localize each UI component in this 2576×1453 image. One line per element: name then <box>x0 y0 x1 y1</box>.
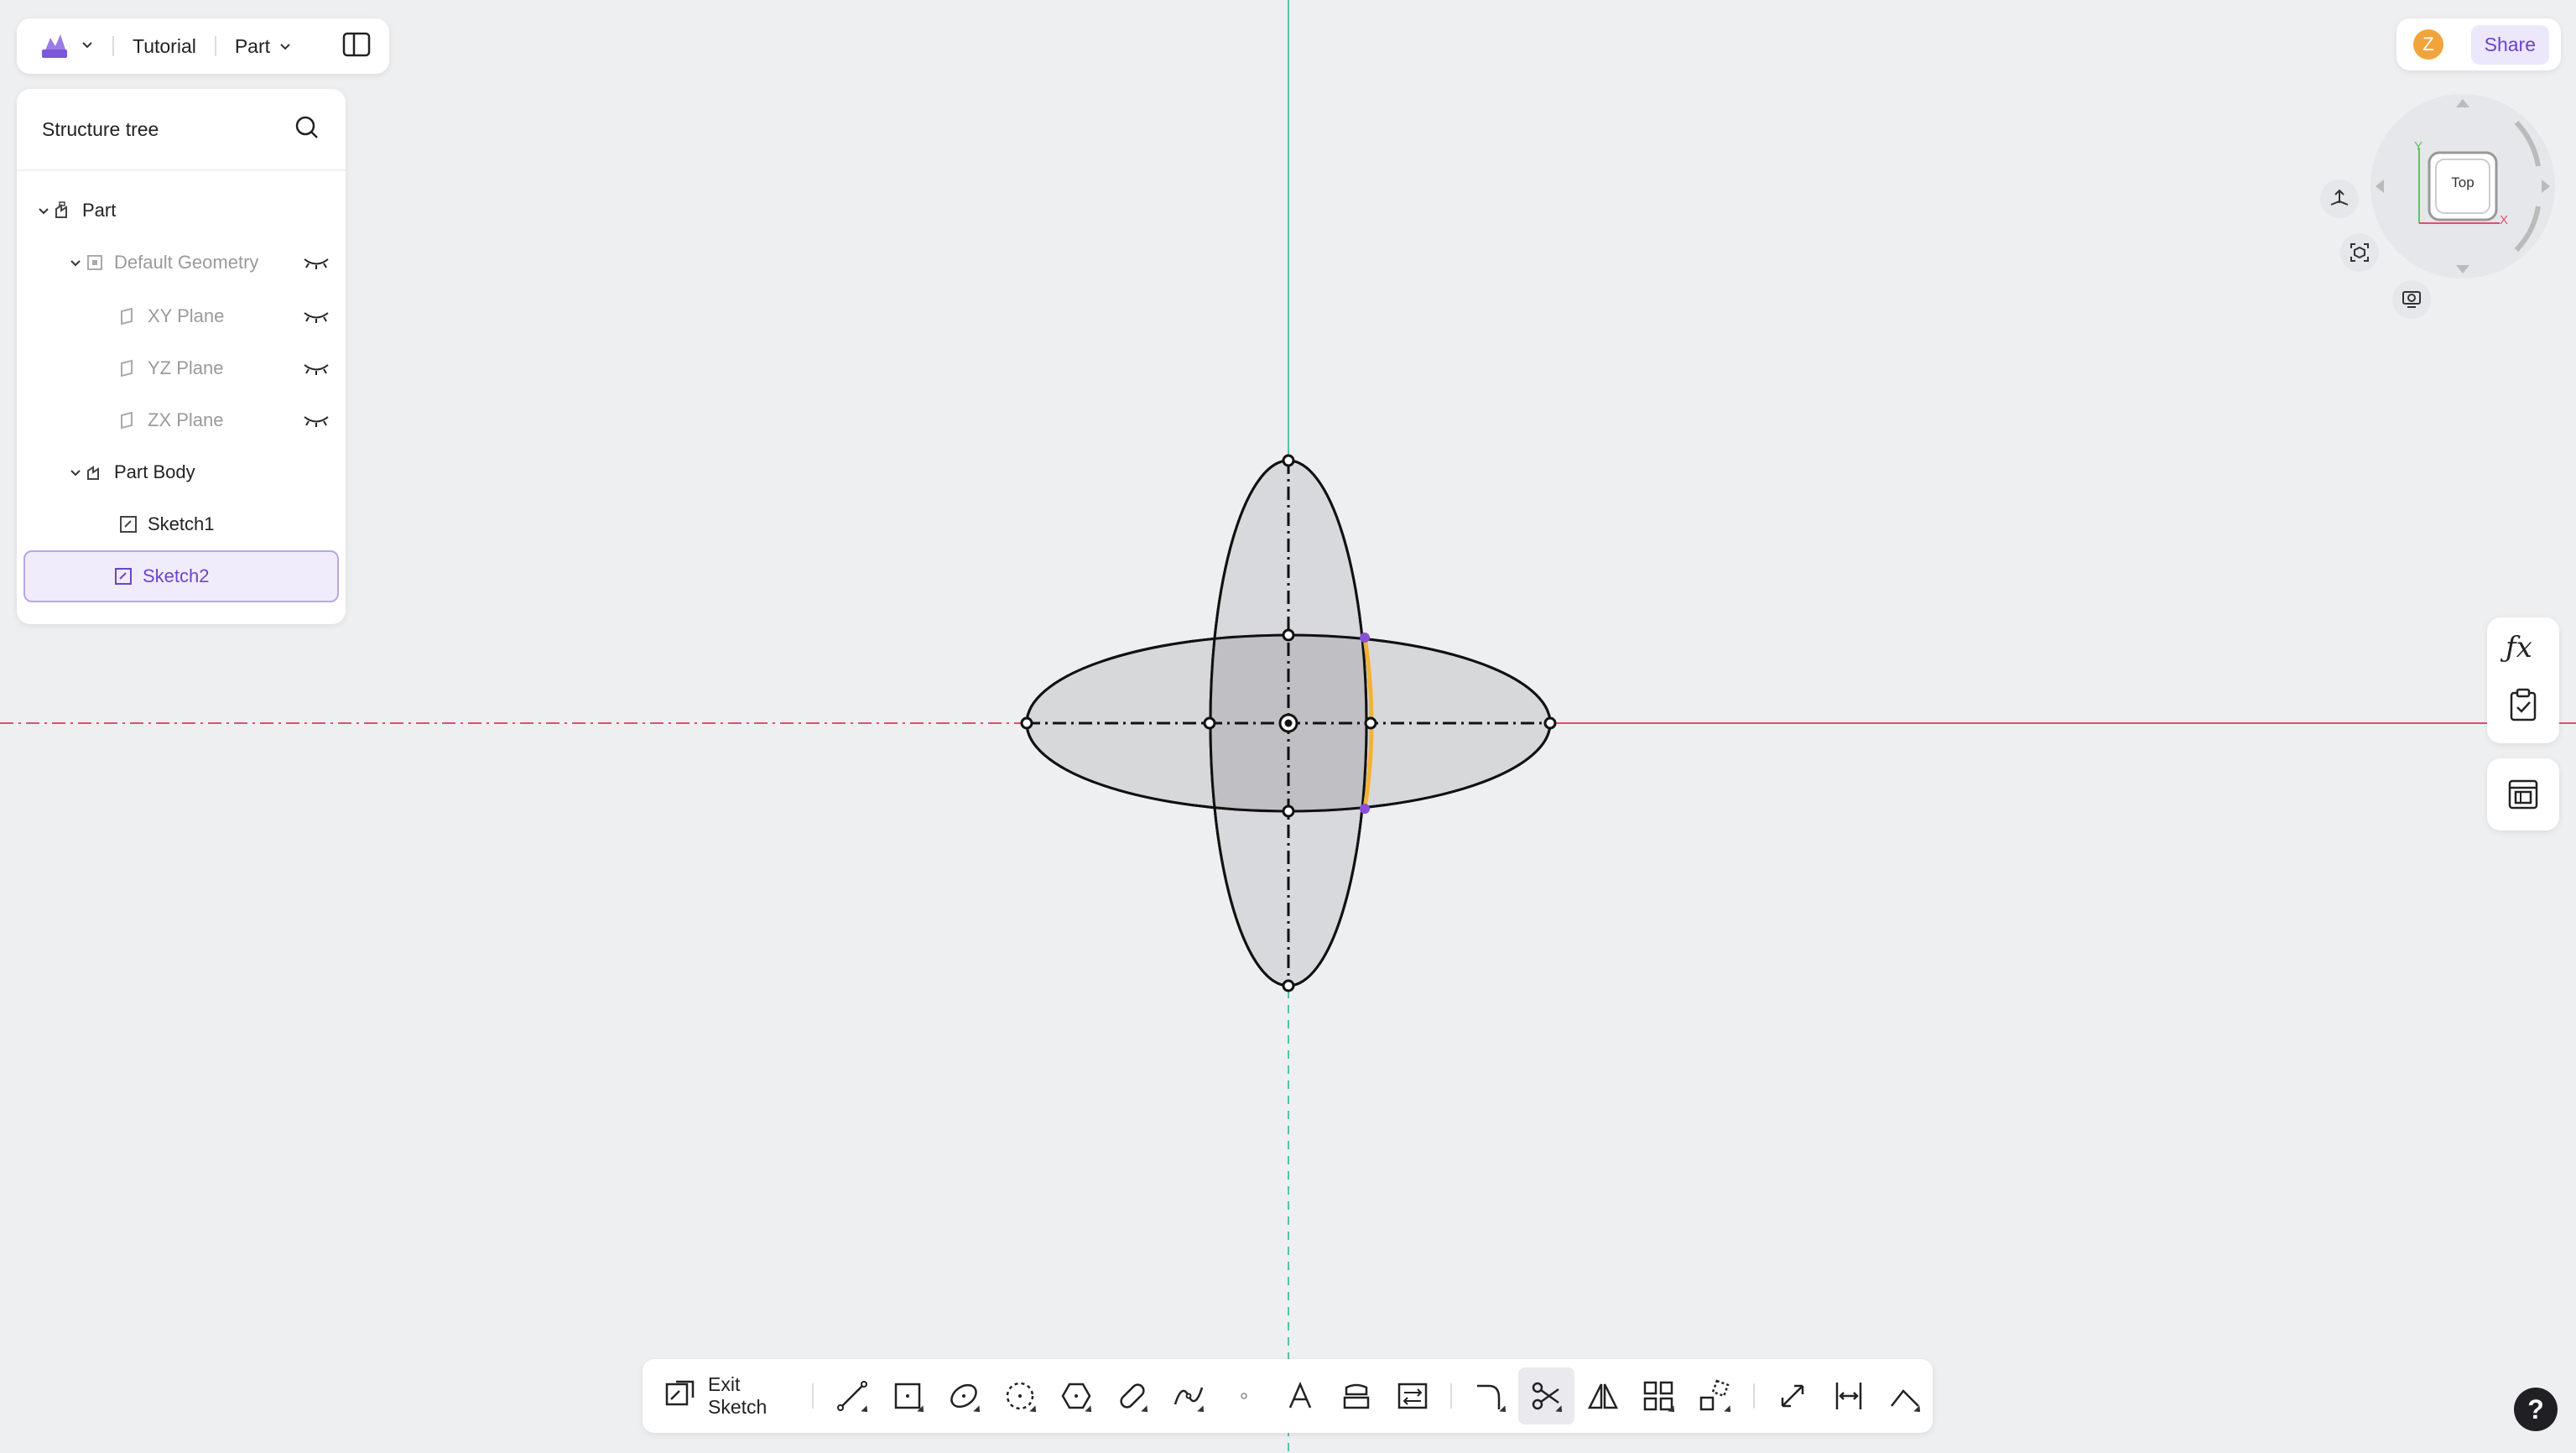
tree-item-label: YZ Plane <box>148 357 224 378</box>
divider <box>1450 1383 1453 1409</box>
spline-tool[interactable] <box>1160 1367 1216 1424</box>
tree-item-label: XY Plane <box>148 305 225 326</box>
x-axis-label: X <box>2500 213 2509 227</box>
pattern-tool[interactable] <box>1631 1367 1687 1424</box>
geometry-icon <box>84 252 106 273</box>
display-mode-icon[interactable] <box>2392 280 2431 319</box>
share-button[interactable]: Share <box>2470 24 2549 65</box>
mirror-tool[interactable] <box>1574 1367 1631 1424</box>
mode-label: Part <box>234 34 271 57</box>
panel-toggle-icon[interactable] <box>342 32 371 61</box>
body-icon <box>84 461 106 483</box>
document-name[interactable]: Tutorial <box>133 35 196 58</box>
transform-tool[interactable] <box>1687 1367 1743 1424</box>
fillet-tool[interactable] <box>1462 1367 1518 1424</box>
part-icon <box>52 200 74 221</box>
top-right-bar: Z Share <box>2396 18 2561 70</box>
tree-item-label: Part <box>82 200 117 221</box>
slot-tool[interactable] <box>1104 1367 1160 1424</box>
arc-tool[interactable] <box>992 1367 1049 1424</box>
chevron-down-icon <box>81 38 94 55</box>
divider <box>812 1383 814 1409</box>
convert-icon <box>1397 1383 1428 1409</box>
sketch-toolbar: Exit Sketch <box>643 1359 1933 1433</box>
tree-item-part-body[interactable]: Part Body <box>23 448 346 497</box>
trim-tool[interactable] <box>1518 1367 1575 1424</box>
dimension-icon <box>1781 1384 1804 1408</box>
sketch-canvas[interactable] <box>0 0 2576 1453</box>
library-panel <box>2487 758 2559 831</box>
tree-item-default-geometry[interactable]: Default Geometry <box>23 238 346 287</box>
tree-item-part[interactable]: Part <box>23 186 351 235</box>
project-icon <box>1343 1383 1370 1409</box>
polygon-tool[interactable] <box>1049 1367 1105 1424</box>
help-button[interactable]: ? <box>2514 1388 2558 1431</box>
eye-closed-icon[interactable] <box>302 411 330 433</box>
chevron-down-icon[interactable] <box>67 466 84 479</box>
point-tool[interactable] <box>1216 1367 1272 1424</box>
orient-icon[interactable] <box>2320 180 2359 218</box>
fit-view-icon[interactable] <box>2340 233 2379 272</box>
chevron-down-icon <box>278 35 292 58</box>
structure-tree-title: Structure tree <box>42 117 159 140</box>
tree-item-xy-plane[interactable]: XY Plane <box>23 292 346 341</box>
chevron-down-icon[interactable] <box>67 256 84 269</box>
eye-closed-icon[interactable] <box>302 307 330 329</box>
structure-tree-panel: Structure tree Part Default Geometry XY … <box>17 89 346 624</box>
mirror-icon <box>1587 1383 1618 1409</box>
exit-sketch-label: Exit Sketch <box>708 1373 768 1418</box>
exit-sketch-button[interactable]: Exit Sketch <box>664 1373 802 1419</box>
chevron-down-icon[interactable] <box>35 204 52 217</box>
tree-item-label: Sketch1 <box>148 513 215 534</box>
eye-closed-icon[interactable] <box>302 359 330 381</box>
tree-item-zx-plane[interactable]: ZX Plane <box>23 396 346 445</box>
library-icon[interactable] <box>2507 779 2539 815</box>
fx-icon[interactable]: ƒx <box>2506 631 2532 664</box>
tree-item-label: ZX Plane <box>148 409 224 430</box>
plane-icon <box>117 409 139 431</box>
app-menu[interactable] <box>39 29 94 64</box>
eye-closed-icon[interactable] <box>302 253 330 275</box>
view-cube-face-label[interactable]: Top <box>2446 174 2480 191</box>
right-tools-panel: ƒx <box>2487 617 2559 743</box>
ellipse-tool[interactable] <box>936 1367 992 1424</box>
point-icon <box>1241 1393 1248 1399</box>
angle-tool[interactable] <box>1876 1367 1933 1424</box>
tree-item-sketch1[interactable]: Sketch1 <box>23 500 346 549</box>
dimension-tool[interactable] <box>1765 1367 1821 1424</box>
rectangle-tool[interactable] <box>880 1367 936 1424</box>
y-axis-label: Y <box>2414 139 2423 154</box>
tree-item-sketch2[interactable]: Sketch2 <box>23 550 339 602</box>
sketch-icon <box>117 513 139 535</box>
plane-icon <box>117 305 139 327</box>
convert-tool[interactable] <box>1385 1367 1441 1424</box>
divider <box>112 36 114 56</box>
text-tool[interactable] <box>1272 1367 1329 1424</box>
exit-sketch-icon <box>664 1379 696 1413</box>
avatar[interactable]: Z <box>2413 29 2443 60</box>
tree-item-yz-plane[interactable]: YZ Plane <box>23 344 346 393</box>
tree-item-label: Sketch2 <box>143 565 210 586</box>
constraint-icon <box>1835 1383 1862 1409</box>
tree-item-label: Part Body <box>114 461 195 482</box>
divider <box>214 36 216 56</box>
project-tool[interactable] <box>1329 1367 1385 1424</box>
mode-dropdown[interactable]: Part <box>235 35 292 58</box>
divider <box>1752 1383 1755 1409</box>
line-tool[interactable] <box>824 1367 880 1424</box>
plane-icon <box>117 357 139 379</box>
app-logo-icon <box>39 29 72 64</box>
constraint-tool[interactable] <box>1820 1367 1876 1424</box>
search-icon[interactable] <box>294 114 320 145</box>
sketch-icon <box>112 565 134 587</box>
text-icon <box>1289 1381 1312 1409</box>
clipboard-check-icon[interactable] <box>2509 688 2537 726</box>
top-bar: Tutorial Part <box>17 18 389 74</box>
tree-item-label: Default Geometry <box>114 252 259 273</box>
